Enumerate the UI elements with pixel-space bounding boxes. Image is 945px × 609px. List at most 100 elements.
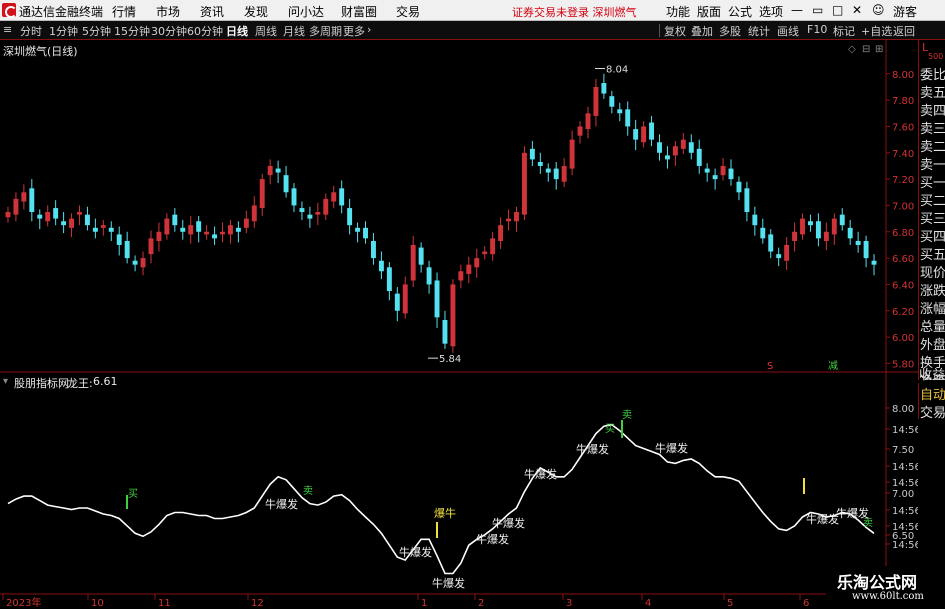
signal-label: 牛爆发 bbox=[655, 441, 688, 455]
candle-body bbox=[704, 168, 710, 173]
time-axis-label: 3 bbox=[566, 598, 572, 609]
sidebar-item-price[interactable]: 现价 bbox=[920, 262, 945, 281]
marker-jian: 减 bbox=[828, 360, 838, 372]
candle-body bbox=[664, 155, 670, 160]
candle-body bbox=[672, 146, 678, 156]
sidebar-item-buy5[interactable]: 买五 bbox=[920, 244, 945, 263]
candle-body bbox=[696, 148, 702, 166]
signal-label: 牛爆发 bbox=[432, 576, 465, 590]
sidebar-l-value: 500 bbox=[928, 52, 944, 61]
candle-body bbox=[831, 218, 837, 235]
sidebar-item-buy2[interactable]: 买二 bbox=[920, 190, 945, 209]
sidebar-item-pct[interactable]: 涨幅 bbox=[920, 298, 945, 317]
panel-zoom-out-icon[interactable]: ⊟ bbox=[862, 44, 870, 55]
sidebar-item-change[interactable]: 涨跌 bbox=[920, 280, 945, 299]
sidebar-item-outer[interactable]: 外盘 bbox=[920, 334, 945, 353]
sidebar-item-weibi[interactable]: 委比 bbox=[920, 64, 945, 83]
candle-body bbox=[839, 214, 845, 226]
indicator-axis-label: 7.00 bbox=[892, 489, 914, 500]
candle-body bbox=[514, 212, 519, 222]
candle-body bbox=[220, 231, 225, 235]
time-axis-label: 12 bbox=[251, 598, 264, 609]
candle-body bbox=[275, 168, 281, 173]
candle-body bbox=[617, 109, 623, 114]
candle-body bbox=[69, 218, 74, 228]
candle-body bbox=[235, 227, 241, 232]
candle-body bbox=[657, 142, 662, 153]
candle-body bbox=[45, 212, 51, 222]
sidebar-item-buy3[interactable]: 买三 bbox=[920, 208, 945, 227]
indicator-axis-label: 7.50 bbox=[892, 445, 914, 456]
time-axis-label: 2023年 bbox=[6, 596, 41, 609]
candle-body bbox=[299, 208, 305, 213]
candle-body bbox=[776, 254, 782, 259]
signal-label: 牛爆发 bbox=[524, 467, 557, 481]
sidebar-item-trade[interactable]: 交易 bbox=[920, 402, 945, 421]
candle-body bbox=[585, 113, 591, 130]
candle-body bbox=[800, 218, 805, 235]
sidebar-item-auto[interactable]: 自动 bbox=[920, 384, 945, 403]
candle-body bbox=[482, 251, 488, 255]
candle-body bbox=[418, 247, 424, 265]
panel-zoom-in-icon[interactable]: ⊞ bbox=[875, 44, 883, 55]
watermark-name: 乐淘公式网 bbox=[837, 573, 918, 592]
candle-body bbox=[204, 231, 210, 235]
candle-body bbox=[37, 214, 43, 219]
candle-body bbox=[61, 221, 67, 226]
watermark: 乐淘公式网 www.60lt.com bbox=[826, 566, 945, 609]
sidebar-item-sell1[interactable]: 卖一 bbox=[920, 154, 945, 173]
candle-body bbox=[808, 221, 813, 226]
sidebar-item-volume[interactable]: 总量 bbox=[920, 316, 945, 335]
candle-body bbox=[466, 264, 472, 274]
candle-body bbox=[728, 168, 734, 180]
signal-label: 牛爆发 bbox=[806, 512, 839, 526]
candle-body bbox=[434, 280, 440, 318]
candle-body bbox=[394, 293, 400, 311]
candle-body bbox=[283, 175, 289, 193]
candle-body bbox=[625, 109, 631, 127]
sidebar-item-sell4[interactable]: 卖四 bbox=[920, 100, 945, 119]
sidebar-item-sell5[interactable]: 卖五 bbox=[920, 82, 945, 101]
time-axis-label: 5 bbox=[727, 598, 733, 609]
candle-body bbox=[355, 227, 361, 232]
price-axis-label: 7.80 bbox=[892, 96, 914, 107]
buy-label: 买 bbox=[128, 488, 138, 500]
watermark-url: www.60lt.com bbox=[852, 591, 924, 602]
candle-body bbox=[823, 231, 829, 241]
sidebar-item-sell2[interactable]: 卖二 bbox=[920, 136, 945, 155]
sidebar-item-buy1[interactable]: 买一 bbox=[920, 172, 945, 191]
indicator-name: 龙王: bbox=[67, 377, 93, 390]
candle-body bbox=[688, 142, 694, 153]
candle-body bbox=[5, 212, 11, 218]
candle-body bbox=[784, 244, 790, 261]
candle-body bbox=[402, 284, 408, 314]
price-axis-label: 6.80 bbox=[892, 228, 914, 239]
candle-body bbox=[53, 208, 59, 219]
indicator-axis-label: 8.00 bbox=[892, 404, 914, 415]
sidebar-item-buy4[interactable]: 买四 bbox=[920, 226, 945, 245]
candle-body bbox=[450, 284, 456, 347]
candle-body bbox=[363, 227, 368, 239]
candle-body bbox=[601, 83, 607, 94]
signal-label: 牛爆发 bbox=[265, 497, 298, 511]
sidebar-item-earnings[interactable]: 收益 bbox=[919, 364, 945, 383]
candle-body bbox=[132, 260, 138, 265]
sidebar-item-sell3[interactable]: 卖三 bbox=[920, 118, 945, 137]
indicator-menu-icon[interactable]: ▾ bbox=[3, 376, 8, 387]
candle-body bbox=[426, 267, 432, 285]
candle-body bbox=[712, 175, 718, 180]
candle-body bbox=[156, 231, 162, 241]
chart-canvas[interactable]: 8.00 7.80 7.60 7.40 7.20 7.00 6.80 6.60 6.40 6.20… bbox=[0, 0, 918, 609]
candle-body bbox=[188, 225, 194, 235]
candle-body bbox=[140, 258, 146, 268]
candle-body bbox=[291, 188, 297, 206]
panel-settings-icon[interactable]: ◇ bbox=[848, 44, 856, 55]
candle-body bbox=[815, 221, 821, 239]
price-axis-label: 6.60 bbox=[892, 254, 914, 265]
candle-body bbox=[506, 218, 511, 222]
candle-body bbox=[267, 165, 273, 176]
time-axis-label: 2 bbox=[478, 598, 484, 609]
candle-body bbox=[720, 165, 726, 176]
indicator-axis-label: 14:56 bbox=[892, 540, 918, 551]
candle-body bbox=[315, 212, 321, 215]
